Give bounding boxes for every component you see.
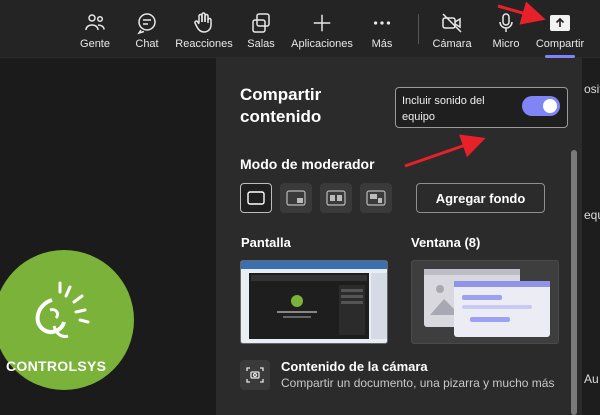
presenter-mode-content-only[interactable] <box>240 183 272 213</box>
meeting-toolbar: Gente Chat Reacciones Salas Aplicaciones <box>0 0 600 58</box>
toolbar-divider <box>418 14 419 44</box>
logo-text: CONTROLSYS <box>6 358 107 374</box>
more-icon <box>371 10 393 36</box>
teams-meeting-window: Gente Chat Reacciones Salas Aplicaciones <box>0 0 600 415</box>
camera-content-option[interactable]: Contenido de la cámara Compartir un docu… <box>240 356 570 396</box>
camera-content-subtitle: Compartir un documento, una pizarra y mu… <box>281 376 555 390</box>
panel-title: Compartir contenido <box>240 85 322 126</box>
reactions-icon <box>192 10 216 36</box>
presenter-mode-side-by-side[interactable] <box>320 183 352 213</box>
window-label: Ventana (8) <box>411 235 481 250</box>
chat-button[interactable]: Chat <box>130 0 164 58</box>
apps-icon <box>311 10 333 36</box>
right-pane-edge: osit equ Au <box>582 58 600 415</box>
reactions-button[interactable]: Reacciones <box>175 0 233 58</box>
more-button[interactable]: Más <box>368 0 396 58</box>
right-cut-text-3: Au <box>584 372 599 386</box>
presenter-mode-reporter[interactable] <box>360 183 392 213</box>
add-background-button[interactable]: Agregar fondo <box>416 183 545 213</box>
content-only-icon <box>247 191 265 205</box>
mic-label: Micro <box>492 38 520 50</box>
share-label: Compartir <box>535 38 585 50</box>
chat-icon <box>135 10 159 36</box>
include-sound-label: Incluir sonido del equipo <box>402 95 485 123</box>
mic-button[interactable]: Micro <box>490 0 522 58</box>
more-label: Más <box>371 38 393 50</box>
apps-button[interactable]: Aplicaciones <box>290 0 354 58</box>
include-sound-option[interactable]: Incluir sonido del equipo <box>395 87 568 128</box>
camera-label: Cámara <box>432 38 472 50</box>
reporter-icon <box>366 190 386 206</box>
right-cut-text-2: equ <box>584 208 600 222</box>
mic-icon <box>494 10 518 36</box>
window-preview-image <box>424 269 550 337</box>
reactions-label: Reacciones <box>175 38 233 50</box>
camera-off-icon <box>440 10 464 36</box>
rooms-button[interactable]: Salas <box>246 0 276 58</box>
people-button[interactable]: Gente <box>76 0 114 58</box>
apps-label: Aplicaciones <box>291 38 353 50</box>
screen-thumbnail[interactable] <box>240 260 388 344</box>
share-button[interactable]: Compartir <box>535 0 585 58</box>
side-by-side-icon <box>326 190 346 206</box>
screen-preview-image <box>241 261 387 343</box>
camera-content-icon <box>240 360 270 390</box>
window-thumbnail[interactable] <box>411 260 559 344</box>
presenter-mode-standout[interactable] <box>280 183 312 213</box>
screen-label: Pantalla <box>241 235 291 250</box>
chat-label: Chat <box>135 38 159 50</box>
rooms-icon <box>249 10 273 36</box>
people-icon <box>83 10 107 36</box>
share-icon <box>548 10 572 36</box>
right-cut-text-1: osit <box>584 82 600 96</box>
include-sound-toggle[interactable] <box>522 96 560 116</box>
people-label: Gente <box>80 38 110 50</box>
panel-scrollbar[interactable] <box>571 150 577 415</box>
camera-content-title: Contenido de la cámara <box>281 359 428 374</box>
presenter-mode-label: Modo de moderador <box>240 156 375 172</box>
camera-button[interactable]: Cámara <box>432 0 472 58</box>
rooms-label: Salas <box>247 38 275 50</box>
share-content-panel: Compartir contenido Incluir sonido del e… <box>216 58 582 415</box>
standout-icon <box>286 190 306 206</box>
toggle-knob <box>543 99 557 113</box>
